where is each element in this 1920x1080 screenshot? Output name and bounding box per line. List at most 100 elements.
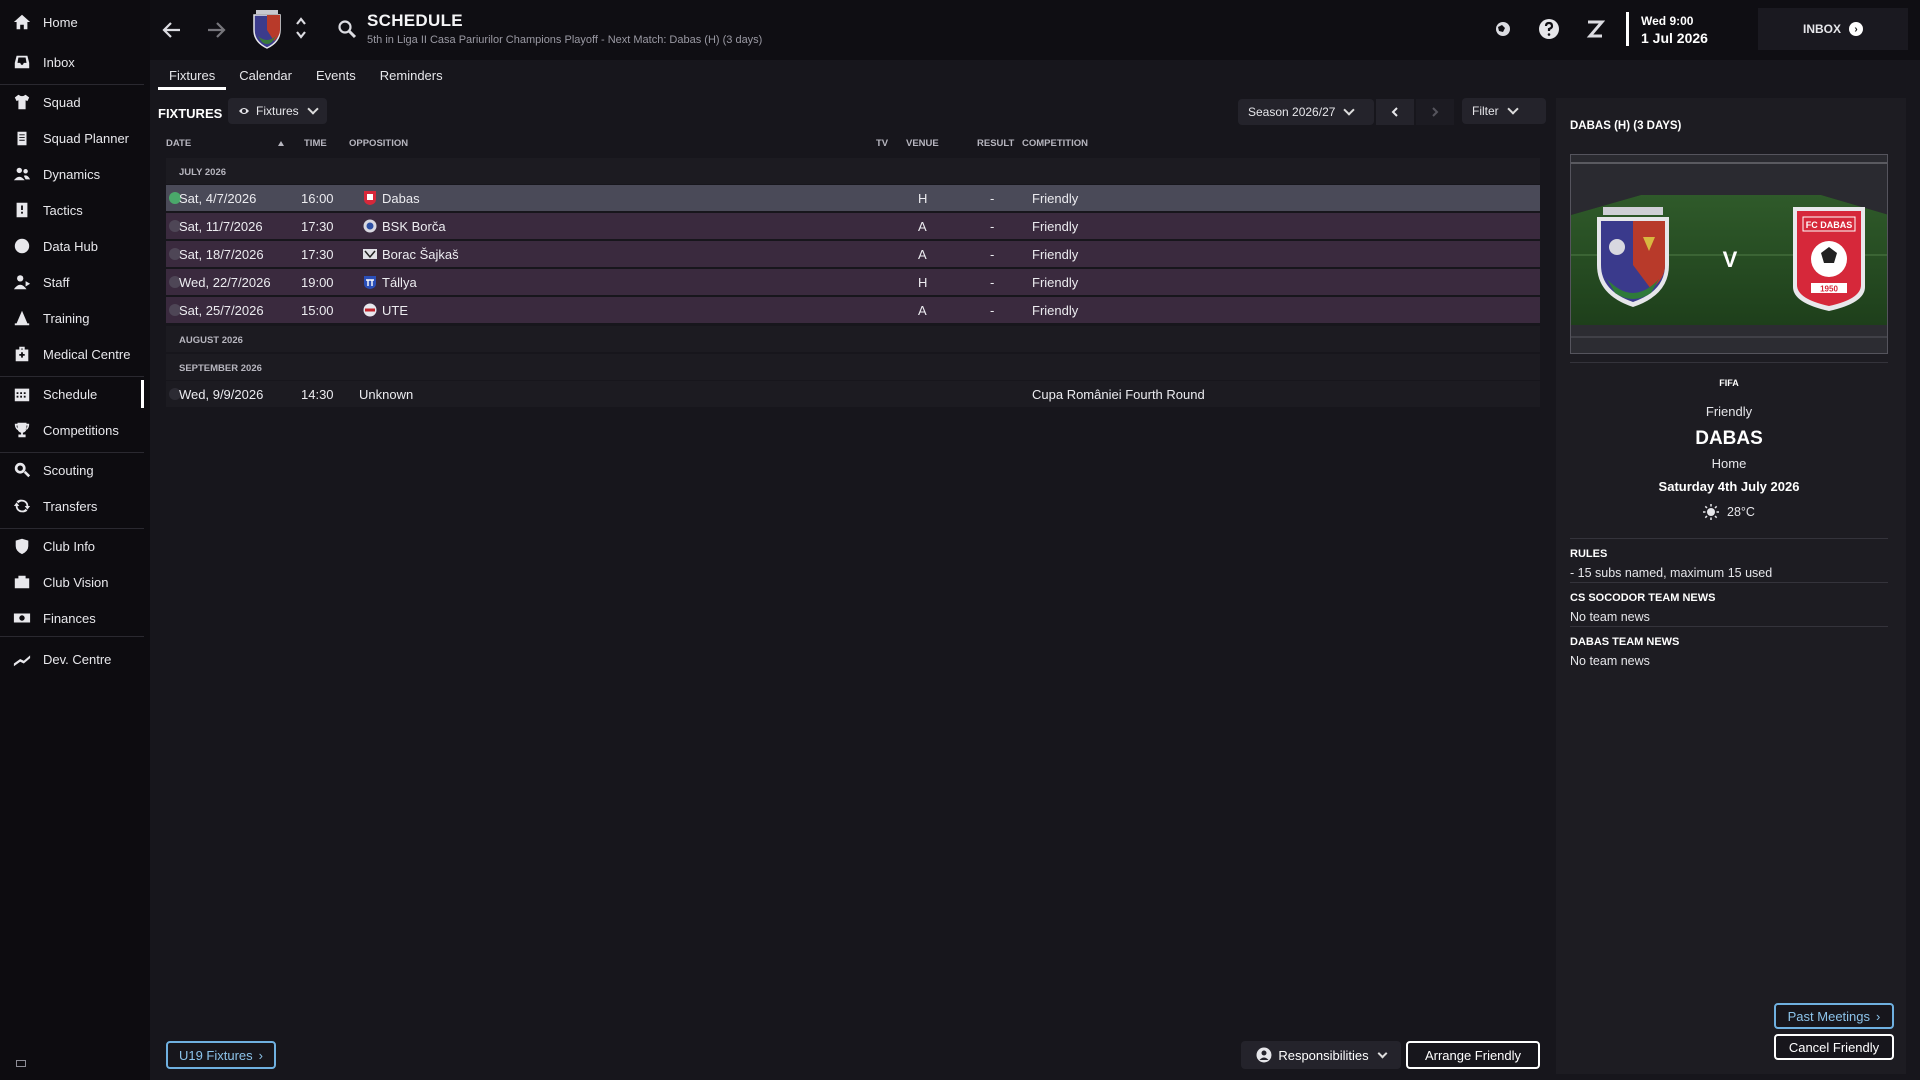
column-date[interactable]: DATE [166, 138, 191, 149]
sidebar-item-scouting[interactable]: Scouting [0, 456, 150, 484]
sidebar-item-dev-centre[interactable]: Dev. Centre [0, 645, 150, 673]
responsibilities-button[interactable]: Responsibilities [1241, 1041, 1401, 1069]
sidebar-item-data-hub[interactable]: Data Hub [0, 232, 150, 260]
sidebar-item-label: Data Hub [43, 238, 98, 254]
sidebar-item-squad[interactable]: Squad [0, 88, 150, 116]
column-competition[interactable]: COMPETITION [1022, 138, 1088, 149]
opponent-name[interactable]: DABAS [1570, 428, 1888, 450]
season-label: Season 2026/27 [1248, 105, 1336, 119]
table-row[interactable]: Sat, 4/7/2026 16:00 Dabas H - Friendly [166, 185, 1540, 211]
sidebar-item-club-info[interactable]: Club Info [0, 532, 150, 560]
arrange-friendly-button[interactable]: Arrange Friendly [1406, 1041, 1540, 1069]
match-image[interactable]: V FC DABAS 1950 [1570, 154, 1888, 354]
column-result[interactable]: RESULT [977, 138, 1014, 149]
sidebar-item-label: Inbox [43, 54, 75, 70]
sidebar-item-club-vision[interactable]: Club Vision [0, 568, 150, 596]
sidebar-item-transfers[interactable]: Transfers [0, 492, 150, 520]
fixture-opposition[interactable]: UTE [382, 303, 408, 318]
table-row[interactable]: Wed, 22/7/2026 19:00 Tállya H - Friendly [166, 269, 1540, 295]
calendar-icon [12, 384, 32, 404]
sidebar-divider [0, 84, 144, 85]
game-date: 1 Jul 2026 [1641, 30, 1708, 46]
tab-events[interactable]: Events [305, 60, 367, 90]
table-row[interactable]: Sat, 11/7/2026 17:30 BSK Borča A - Frien… [166, 213, 1540, 239]
trophy-icon [12, 420, 32, 440]
prev-season-button[interactable] [1376, 99, 1414, 125]
fixture-competition[interactable]: Friendly [1032, 275, 1078, 290]
fixture-opposition[interactable]: Dabas [382, 191, 420, 206]
clock-divider [1626, 12, 1629, 46]
fixture-competition[interactable]: Cupa României Fourth Round [1032, 387, 1205, 402]
sidebar-item-label: Dynamics [43, 166, 101, 182]
fm-logo-button[interactable] [1490, 16, 1516, 42]
forward-button[interactable] [200, 14, 232, 46]
sidebar-item-tactics[interactable]: Tactics [0, 196, 150, 224]
season-dropdown[interactable]: Season 2026/27 [1238, 99, 1374, 125]
svg-text:FC DABAS: FC DABAS [1806, 220, 1853, 230]
rules-heading: RULES [1570, 548, 1608, 560]
fixture-result: - [990, 303, 995, 318]
sidebar-item-label: Transfers [43, 498, 98, 514]
fixture-opposition[interactable]: Tállya [382, 275, 417, 290]
fixture-opposition[interactable]: Borac Šajkaš [382, 247, 459, 262]
sidebar-item-competitions[interactable]: Competitions [0, 416, 150, 444]
chevron-down-icon [1507, 103, 1519, 115]
chevron-down-icon [1343, 104, 1356, 116]
column-opposition[interactable]: OPPOSITION [349, 138, 408, 149]
sidebar-item-staff[interactable]: Staff [0, 268, 150, 296]
inbox-continue-button[interactable]: INBOX › [1758, 8, 1908, 50]
table-row[interactable]: Sat, 18/7/2026 17:30 Borac Šajkaš A - Fr… [166, 241, 1540, 267]
tab-fixtures[interactable]: Fixtures [158, 60, 227, 90]
u19-fixtures-button[interactable]: U19 Fixtures › [166, 1041, 276, 1069]
column-time[interactable]: TIME [304, 138, 327, 149]
fixture-competition[interactable]: Friendly [1032, 191, 1078, 206]
sidebar-item-training[interactable]: Training [0, 304, 150, 332]
past-meetings-label: Past Meetings [1787, 1008, 1871, 1024]
fixture-date: Wed, 22/7/2026 [179, 275, 271, 290]
rules-text: - 15 subs named, maximum 15 used [1570, 566, 1773, 580]
match-type[interactable]: Friendly [1570, 404, 1888, 419]
club-switcher[interactable] [294, 12, 308, 44]
fixture-time: 19:00 [301, 275, 334, 290]
sidebar-item-label: Club Vision [43, 574, 109, 590]
fixture-result: - [990, 247, 995, 262]
club-crest[interactable] [250, 6, 284, 50]
sidebar-item-dynamics[interactable]: Dynamics [0, 160, 150, 188]
fixtures-view-dropdown[interactable]: Fixtures [228, 98, 327, 124]
sidebar-divider [0, 528, 144, 529]
tab-reminders[interactable]: Reminders [369, 60, 454, 90]
next-season-button[interactable] [1416, 99, 1454, 125]
sidebar-item-home[interactable]: Home [0, 8, 150, 36]
fm-z-button[interactable] [1582, 16, 1608, 42]
inbox-icon [12, 52, 32, 72]
sidebar-item-squad-planner[interactable]: Squad Planner [0, 124, 150, 152]
help-button[interactable] [1536, 16, 1562, 42]
fixture-result: - [990, 275, 995, 290]
sidebar-item-schedule[interactable]: Schedule [0, 380, 150, 408]
past-meetings-button[interactable]: Past Meetings › [1774, 1003, 1894, 1029]
table-row[interactable]: Sat, 25/7/2026 15:00 UTE A - Friendly [166, 297, 1540, 323]
search-button[interactable] [334, 16, 360, 42]
fixture-competition[interactable]: Friendly [1032, 247, 1078, 262]
table-row[interactable]: Wed, 9/9/2026 14:30 Unknown Cupa Românie… [166, 381, 1540, 407]
filter-button[interactable]: Filter [1462, 98, 1546, 124]
sidebar-item-finances[interactable]: Finances [0, 604, 150, 632]
tab-calendar[interactable]: Calendar [228, 60, 303, 90]
page-title: SCHEDULE [367, 11, 463, 30]
home-club-crest [1597, 207, 1669, 307]
fixture-competition[interactable]: Friendly [1032, 303, 1078, 318]
sidebar-item-medical-centre[interactable]: Medical Centre [0, 340, 150, 368]
keyboard-icon[interactable] [16, 1060, 26, 1067]
sidebar: Home Inbox Squad Squad Planner Dynamics … [0, 0, 150, 1080]
back-button[interactable] [156, 14, 188, 46]
fixture-competition[interactable]: Friendly [1032, 219, 1078, 234]
sidebar-item-label: Tactics [43, 202, 83, 218]
sidebar-item-inbox[interactable]: Inbox [0, 48, 150, 76]
sidebar-divider [0, 376, 144, 377]
column-tv[interactable]: TV [876, 138, 888, 149]
fixture-opposition[interactable]: BSK Borča [382, 219, 446, 234]
column-venue[interactable]: VENUE [906, 138, 939, 149]
cancel-friendly-button[interactable]: Cancel Friendly [1774, 1034, 1894, 1060]
sidebar-item-label: Training [43, 310, 90, 326]
fixture-time: 16:00 [301, 191, 334, 206]
